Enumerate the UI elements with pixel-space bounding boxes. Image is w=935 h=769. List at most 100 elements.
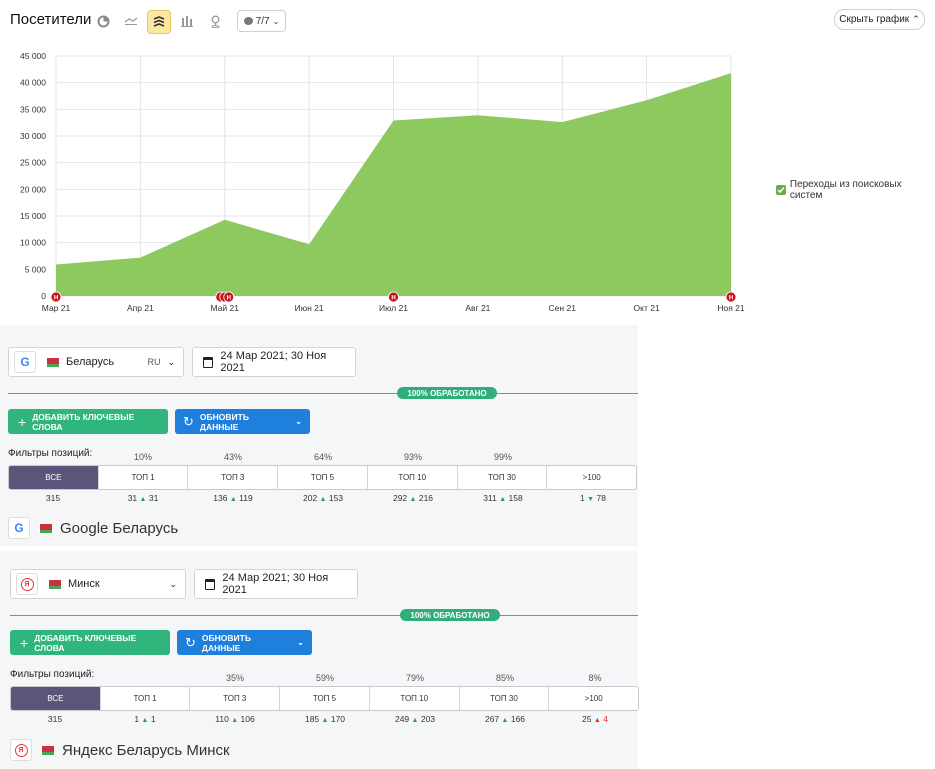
arrow-up-icon: ▲ [411, 717, 419, 724]
x-tick-label: Сен 21 [549, 303, 577, 313]
chevron-down-icon: ⌄ [169, 578, 177, 589]
area-chart-icon[interactable] [147, 10, 171, 34]
count-top3: 136 ▲ 119 [188, 493, 278, 503]
count-total: 249 [394, 714, 410, 724]
count-top10: 292 ▲ 216 [368, 493, 458, 503]
google-icon: G [14, 351, 36, 373]
line-chart-icon[interactable] [120, 10, 142, 32]
update-data-button[interactable]: ↻ ОБНОВИТЬ ДАННЫЕ ⌄ [175, 409, 310, 434]
bar-chart-icon[interactable] [176, 10, 198, 32]
language-code: RU [147, 357, 161, 367]
comment-icon [243, 17, 253, 25]
belarus-flag-icon [38, 523, 52, 533]
pct-top30: 85% [495, 673, 514, 683]
chevron-up-icon: ⌃ [912, 14, 920, 24]
filter-top1[interactable]: ТОП 1 [97, 466, 188, 489]
count-top3: 110 ▲ 106 [190, 714, 280, 724]
count-top1: 1 ▲ 1 [100, 714, 190, 724]
count-all: 315 [10, 714, 100, 724]
region-select-yandex[interactable]: Я Минск ⌄ [10, 569, 186, 599]
arrow-up-icon: ▲ [231, 717, 239, 724]
x-tick-label: Окт 21 [634, 303, 660, 313]
count-top5: 185 ▲ 170 [280, 714, 370, 724]
pct-top10: 93% [403, 452, 422, 462]
count-total: 311 [483, 493, 497, 503]
x-tick-label: Ноя 21 [717, 303, 745, 313]
filter-top30[interactable]: ТОП 30 [458, 687, 549, 710]
arrow-up-icon: ▲ [409, 496, 417, 503]
y-tick-label: 10 000 [20, 238, 46, 248]
map-pin-icon[interactable] [204, 10, 226, 32]
calendar-icon [205, 578, 216, 590]
refresh-icon: ↻ [185, 634, 196, 650]
count-delta: 119 [239, 493, 253, 503]
yandex-letter: Я [14, 743, 28, 757]
pct-top1: 10% [133, 452, 152, 462]
chevron-down-icon: ⌄ [297, 638, 304, 647]
pct-over100 [548, 452, 638, 462]
filter-top10[interactable]: ТОП 10 [366, 466, 457, 489]
filter-counts: 315 1 ▲ 1 110 ▲ 106 185 ▲ 170 249 ▲ 203 … [10, 714, 640, 724]
filter-all[interactable]: ВСЕ [11, 687, 100, 710]
filter-over100[interactable]: >100 [546, 466, 636, 489]
filter-percents: 35% 59% 79% 85% 8% [100, 673, 640, 683]
annotation-marker-label: Н [729, 296, 733, 302]
add-keywords-button[interactable]: + ДОБАВИТЬ КЛЮЧЕВЫЕ СЛОВА [8, 409, 168, 434]
engine-title-google: G Google Беларусь [8, 517, 178, 539]
count-delta: 106 [240, 714, 255, 724]
count-over100: 1 ▼ 78 [548, 493, 638, 503]
chart-legend[interactable]: Переходы из поисковых систем [776, 179, 935, 201]
filter-over100[interactable]: >100 [548, 687, 638, 710]
filter-top1[interactable]: ТОП 1 [99, 687, 190, 710]
pct-top30: 99% [493, 452, 512, 462]
arrow-up-icon: ▲ [319, 496, 327, 503]
count-top1: 31 ▲ 31 [98, 493, 188, 503]
filter-top3[interactable]: ТОП 3 [187, 466, 277, 489]
yandex-icon: Я [10, 739, 32, 761]
filter-top5[interactable]: ТОП 5 [279, 687, 369, 710]
pct-top10: 79% [405, 673, 424, 683]
date-range-select-yandex[interactable]: 24 Мар 2021; 30 Ноя 2021 [194, 569, 358, 599]
chevron-down-icon: ⌄ [295, 417, 302, 426]
filter-top10[interactable]: ТОП 10 [368, 687, 459, 710]
update-data-button[interactable]: ↻ ОБНОВИТЬ ДАННЫЕ ⌄ [177, 630, 312, 655]
yandex-letter: Я [20, 577, 34, 591]
filter-top3[interactable]: ТОП 3 [189, 687, 279, 710]
annotation-marker-label: Н [227, 296, 231, 302]
arrow-up-icon: ▲ [229, 496, 237, 503]
y-tick-label: 25 000 [20, 158, 46, 168]
filter-top30[interactable]: ТОП 30 [456, 466, 547, 489]
x-tick-label: Май 21 [211, 303, 240, 313]
y-tick-label: 40 000 [20, 78, 46, 88]
add-keywords-button[interactable]: + ДОБАВИТЬ КЛЮЧЕВЫЕ СЛОВА [10, 630, 170, 655]
processed-badge: 100% ОБРАБОТАНО [397, 387, 497, 399]
count-delta: 170 [330, 714, 346, 724]
hide-chart-button[interactable]: Скрыть график ⌃ [834, 9, 925, 30]
engine-title: Google Беларусь [60, 519, 179, 537]
arrow-up-icon: ▲ [321, 717, 329, 724]
legend-label: Переходы из поисковых систем [789, 179, 902, 201]
filters-label: Фильтры позиций: [8, 448, 93, 459]
count-total: 202 [302, 493, 318, 503]
checkbox-checked-icon[interactable] [776, 185, 786, 195]
processed-badge: 100% ОБРАБОТАНО [400, 609, 500, 621]
annotations-dropdown[interactable]: 7/7 ⌄ [237, 10, 286, 32]
pct-top3: 35% [225, 673, 244, 683]
region-select-google[interactable]: G Беларусь RU ⌄ [8, 347, 184, 377]
pct-over100: 8% [588, 673, 602, 683]
count-delta: 203 [420, 714, 436, 724]
y-tick-label: 15 000 [20, 211, 46, 221]
count-top10: 249 ▲ 203 [370, 714, 460, 724]
refresh-icon: ↻ [183, 413, 194, 429]
count-total: 185 [304, 714, 320, 724]
filter-all[interactable]: ВСЕ [9, 466, 98, 489]
arrow-down-icon: ▼ [587, 496, 595, 503]
y-tick-label: 30 000 [20, 131, 46, 141]
annotation-marker-label: Н [54, 296, 58, 302]
date-range-select-google[interactable]: 24 Мар 2021; 30 Ноя 2021 [192, 347, 356, 377]
y-tick-label: 5 000 [25, 264, 47, 274]
progress-line [8, 393, 638, 394]
count-total: 292 [392, 493, 408, 503]
filter-top5[interactable]: ТОП 5 [277, 466, 367, 489]
pie-chart-icon[interactable] [92, 10, 114, 32]
